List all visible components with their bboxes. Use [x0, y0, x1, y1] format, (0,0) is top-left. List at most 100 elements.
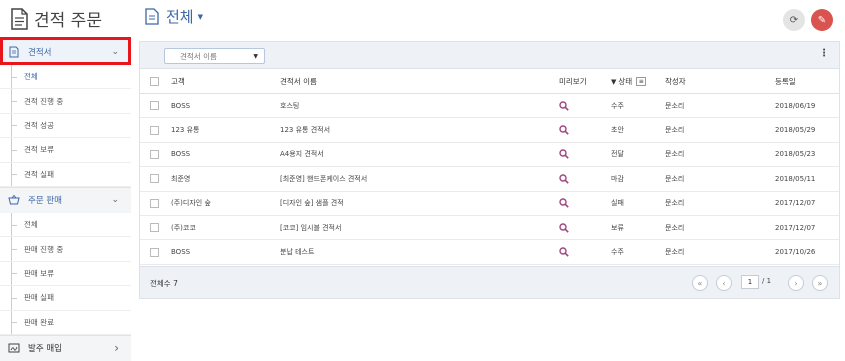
- sidebar-section-quotes[interactable]: 견적서 ⌄: [0, 37, 131, 65]
- preview-search-icon[interactable]: [559, 174, 569, 184]
- sidebar: 견적 주문 견적서 ⌄ 전체 견적 진행 중 견적 성공 견적 보류 견적 실패…: [0, 0, 131, 361]
- cell-quote-name[interactable]: 123 유통 견적서: [280, 125, 330, 135]
- caret-down-icon: ▼: [197, 12, 203, 21]
- cell-client: 123 유통: [171, 126, 200, 135]
- cell-status: 수주: [611, 101, 624, 110]
- refresh-button[interactable]: ⟳: [783, 9, 805, 31]
- prev-page-button[interactable]: ‹: [716, 275, 732, 291]
- cell-author: 문소리: [665, 101, 685, 110]
- sidebar-item-failed[interactable]: 견적 실패: [0, 162, 131, 187]
- cell-author: 문소리: [665, 223, 685, 232]
- main-content: 전체 ▼ ⟳ ✎ 견적서 이름 ▼ ⋮ 고객 견적서 이름 미리보기 ▼ 상태 ≡ …: [139, 0, 840, 361]
- page-title-text: 전체: [166, 8, 194, 26]
- sidebar-item-success[interactable]: 견적 성공: [0, 113, 131, 139]
- cell-status: 실패: [611, 199, 624, 208]
- preview-search-icon[interactable]: [559, 100, 569, 111]
- header-author[interactable]: 작성자: [665, 76, 686, 87]
- row-checkbox[interactable]: [150, 101, 159, 111]
- cell-date: 2018/05/23: [775, 150, 816, 159]
- cell-author: 문소리: [665, 199, 685, 208]
- sidebar-item-in-progress[interactable]: 견적 진행 중: [0, 89, 131, 114]
- table-header: 고객 견적서 이름 미리보기 ▼ 상태 ≡ 작성자 등록일: [140, 69, 839, 94]
- table-footer: 전체수 7 « ‹ 1 / 1 › »: [140, 266, 839, 298]
- cell-quote-name[interactable]: [최준영] 핸드폰케이스 견적서: [280, 174, 367, 184]
- chevron-right-icon: ›: [114, 341, 119, 356]
- header-status[interactable]: ▼ 상태 ≡: [611, 76, 647, 87]
- cell-status: 전달: [611, 150, 624, 159]
- select-all-checkbox[interactable]: [150, 76, 159, 86]
- page-title[interactable]: 전체 ▼: [145, 6, 203, 27]
- table-row[interactable]: 최준영 [최준영] 핸드폰케이스 견적서 마감 문소리 2018/05/11: [140, 167, 839, 192]
- table-row[interactable]: 123 유통 123 유통 견적서 초안 문소리 2018/05/29: [140, 118, 839, 143]
- next-page-button[interactable]: ›: [788, 275, 804, 291]
- app-title-text: 견적 주문: [34, 11, 102, 31]
- sidebar-section-label: 견적서: [28, 47, 52, 58]
- document-icon: [145, 8, 159, 25]
- row-checkbox[interactable]: [150, 223, 159, 233]
- row-checkbox[interactable]: [150, 174, 159, 184]
- cell-date: 2017/12/07: [775, 223, 816, 232]
- cell-date: 2018/06/19: [775, 101, 816, 110]
- table-row[interactable]: BOSS 분납 테스트 수주 문소리 2017/10/26: [140, 240, 839, 265]
- page-input[interactable]: 1: [741, 275, 759, 289]
- list-icon[interactable]: ≡: [636, 77, 647, 86]
- quote-list-panel: 견적서 이름 ▼ ⋮ 고객 견적서 이름 미리보기 ▼ 상태 ≡ 작성자 등록일 B…: [139, 41, 840, 299]
- page-total: / 1: [762, 277, 772, 285]
- sidebar-section-label: 발주 매입: [28, 344, 62, 355]
- cell-quote-name[interactable]: 호스팅: [280, 101, 299, 111]
- cell-quote-name[interactable]: 분납 테스트: [280, 247, 314, 257]
- preview-search-icon[interactable]: [559, 149, 569, 160]
- edit-button[interactable]: ✎: [811, 9, 833, 31]
- row-checkbox[interactable]: [150, 247, 159, 257]
- document-icon: [9, 46, 19, 57]
- cell-client: BOSS: [171, 101, 191, 110]
- caret-down-icon: ▼: [253, 53, 258, 60]
- header-date[interactable]: 등록일: [775, 76, 796, 87]
- preview-search-icon[interactable]: [559, 222, 569, 233]
- table-row[interactable]: (주)디자인 숲 [디자인 숲] 샘플 견적 실패 문소리 2017/12/07: [140, 192, 839, 216]
- header-quote-name[interactable]: 견적서 이름: [280, 76, 317, 87]
- preview-search-icon[interactable]: [559, 247, 569, 257]
- cell-client: 최준영: [171, 174, 191, 183]
- sidebar-item-sales-on-hold[interactable]: 판매 보류: [0, 261, 131, 287]
- sidebar-section-orders[interactable]: 주문 판매 ⌄: [0, 186, 131, 213]
- total-count: 전체수 7: [150, 279, 178, 288]
- cell-status: 보류: [611, 223, 624, 232]
- last-page-button[interactable]: »: [812, 275, 828, 291]
- sidebar-item-on-hold[interactable]: 견적 보류: [0, 138, 131, 163]
- table-row[interactable]: BOSS A4용지 견적서 전달 문소리 2018/05/23: [140, 143, 839, 168]
- cell-author: 문소리: [665, 248, 685, 257]
- sidebar-item-all[interactable]: 전체: [0, 65, 131, 90]
- cell-quote-name[interactable]: A4용지 견적서: [280, 149, 324, 159]
- row-checkbox[interactable]: [150, 198, 159, 208]
- filter-icon[interactable]: ▼: [611, 78, 616, 86]
- cell-client: (주)디자인 숲: [171, 199, 211, 208]
- cell-date: 2017/12/07: [775, 199, 816, 208]
- cell-date: 2017/10/26: [775, 248, 816, 257]
- cell-status: 마감: [611, 174, 624, 183]
- select-value: 견적서 이름: [180, 51, 217, 61]
- cell-quote-name[interactable]: [코코] 임시블 견적서: [280, 223, 341, 233]
- sidebar-item-sales-complete[interactable]: 판매 완료: [0, 310, 131, 335]
- cell-status: 수주: [611, 248, 624, 257]
- cell-quote-name[interactable]: [디자인 숲] 샘플 견적: [280, 198, 344, 208]
- sidebar-item-all[interactable]: 전체: [0, 212, 131, 238]
- cell-author: 문소리: [665, 150, 685, 159]
- more-vertical-icon[interactable]: ⋮: [819, 49, 829, 59]
- first-page-button[interactable]: «: [692, 275, 708, 291]
- table-row[interactable]: BOSS 호스팅 수주 문소리 2018/06/19: [140, 94, 839, 119]
- row-checkbox[interactable]: [150, 125, 159, 135]
- sidebar-item-sales-failed[interactable]: 판매 실패: [0, 286, 131, 311]
- sidebar-section-purchases[interactable]: 발주 매입 ›: [0, 334, 131, 361]
- search-field-select[interactable]: 견적서 이름 ▼: [164, 48, 265, 64]
- preview-search-icon[interactable]: [559, 125, 569, 135]
- table-row[interactable]: (주)코코 [코코] 임시블 견적서 보류 문소리 2017/12/07: [140, 216, 839, 241]
- chevron-down-icon: ⌄: [111, 195, 119, 206]
- refresh-icon: ⟳: [789, 14, 799, 26]
- cell-client: BOSS: [171, 248, 191, 257]
- preview-search-icon[interactable]: [559, 198, 569, 209]
- row-checkbox[interactable]: [150, 149, 159, 159]
- header-client[interactable]: 고객: [171, 76, 185, 87]
- sidebar-item-sales-in-progress[interactable]: 판매 진행 중: [0, 237, 131, 262]
- sidebar-section-label: 주문 판매: [28, 196, 62, 207]
